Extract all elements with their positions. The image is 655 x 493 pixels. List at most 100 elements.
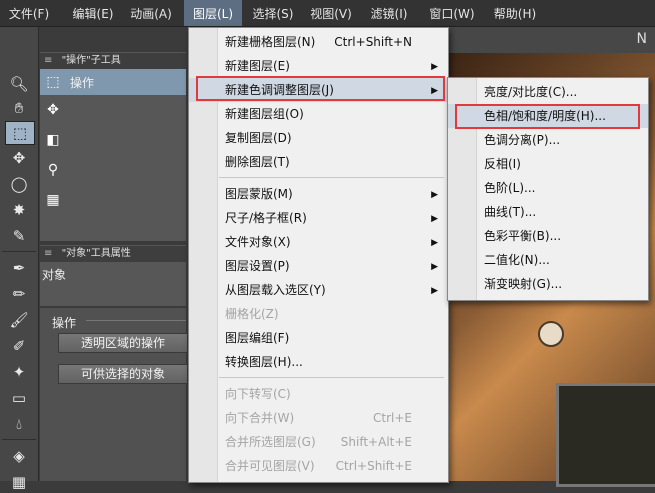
layer-menu-item[interactable]: 新建栅格图层(N) Ctrl+Shift+N xyxy=(189,30,448,54)
lasso-tool-icon[interactable]: ◯ xyxy=(5,173,33,195)
magic-wand-tool-icon[interactable]: ✸ xyxy=(5,199,33,221)
menu-item-label: 新建栅格图层(N) xyxy=(225,35,316,49)
submenu-arrow-icon: ▶ xyxy=(431,62,438,72)
blend-tool-icon[interactable]: 💧︎ xyxy=(5,413,33,435)
menu-item-label: 栅格化(Z) xyxy=(225,307,279,321)
menubar-item[interactable]: 视图(V) xyxy=(304,0,358,26)
menu-item-label: 尺子/格子框(R) xyxy=(225,211,307,225)
menu-separator xyxy=(219,177,444,178)
menu-item-label: 新建图层(E) xyxy=(225,59,290,73)
menu-item-label: 色阶(L)... xyxy=(484,181,536,195)
eyedropper-tool-icon[interactable]: ✎ xyxy=(5,225,33,247)
submenu-arrow-icon: ▶ xyxy=(431,286,438,296)
menubar-item[interactable]: 选择(S) xyxy=(244,0,302,26)
layer-menu-item[interactable]: 图层编组(F) xyxy=(189,326,448,350)
tone-menu-item[interactable]: 曲线(T)... xyxy=(448,200,648,224)
tone-menu-item[interactable]: 色彩平衡(B)... xyxy=(448,224,648,248)
tone-menu-item[interactable]: 二值化(N)... xyxy=(448,248,648,272)
menu-item-label: 新建色调调整图层(J) xyxy=(225,83,334,97)
tool-property-title: "对象"工具属性 xyxy=(61,248,131,259)
tone-menu-item[interactable]: 渐变映射(G)... xyxy=(448,272,648,296)
grid-icon: ▦ xyxy=(46,192,60,208)
layer-menu-item: 向下合并(W) Ctrl+E xyxy=(189,406,448,430)
menu-item-shortcut: Shift+Alt+E xyxy=(340,435,412,449)
tone-menu-item[interactable]: 色阶(L)... xyxy=(448,176,648,200)
layer-menu-item[interactable]: 图层设置(P) ▶ xyxy=(189,254,448,278)
subtool-panel-title: "操作"子工具 xyxy=(61,55,121,66)
layer-menu-item[interactable]: 删除图层(T) xyxy=(189,150,448,174)
vector-icon[interactable]: N xyxy=(637,31,647,47)
menubar-item[interactable]: 帮助(H) xyxy=(486,0,544,26)
pin-icon: ⚲ xyxy=(47,162,59,178)
submenu-arrow-icon: ▶ xyxy=(431,190,438,200)
subtool-item[interactable]: ✥ xyxy=(40,97,186,123)
layer-move-icon: ✥ xyxy=(47,102,59,118)
tone-menu-item[interactable]: 反相(I) xyxy=(448,152,648,176)
layer-menu-item[interactable]: 文件对象(X) ▶ xyxy=(189,230,448,254)
tone-menu-item[interactable]: 亮度/对比度(C)... xyxy=(448,80,648,104)
move-layer-tool-icon[interactable]: ✥ xyxy=(5,147,33,169)
layer-menu-item: 栅格化(Z) xyxy=(189,302,448,326)
layer-menu-item[interactable]: 新建图层(E) ▶ xyxy=(189,54,448,78)
submenu-arrow-icon: ▶ xyxy=(431,214,438,224)
subtool-item[interactable]: ⚲ xyxy=(40,157,186,183)
subtool-label: 操作 xyxy=(70,75,95,90)
menu-item-label: 新建图层组(O) xyxy=(225,107,304,121)
menu-separator xyxy=(219,377,444,378)
menu-item-shortcut: Ctrl+Shift+N xyxy=(334,35,412,49)
pen-tool-icon[interactable]: ✒ xyxy=(5,257,33,279)
menu-item-label: 复制图层(D) xyxy=(225,131,292,145)
fill-tool-icon[interactable]: ◈ xyxy=(5,445,33,467)
layer-menu-item[interactable]: 新建图层组(O) xyxy=(189,102,448,126)
subtool-item[interactable]: ▦ xyxy=(40,187,186,213)
menu-item-label: 色相/饱和度/明度(H)... xyxy=(484,109,606,123)
transparent-area-button[interactable]: 透明区域的操作 xyxy=(58,333,188,353)
menu-item-label: 图层蒙版(M) xyxy=(225,187,293,201)
gradient-tool-icon[interactable]: ▦ xyxy=(5,471,33,493)
layer-menu-item[interactable]: 新建色调调整图层(J) ▶ xyxy=(189,78,448,102)
menubar-item[interactable]: 图层(L) xyxy=(184,0,242,26)
menu-bar: 文件(F) 编辑(E) 动画(A) 图层(L) 选择(S) 视图(V) 滤镜(I) 窗口(W)… xyxy=(0,0,655,27)
menubar-item[interactable]: 窗口(W) xyxy=(420,0,484,26)
menu-item-label: 合并可见图层(V) xyxy=(225,459,315,473)
subtool-item[interactable]: ◧ xyxy=(40,127,186,153)
menubar-item[interactable]: 动画(A) xyxy=(122,0,180,26)
layer-menu-item: 合并所选图层(G) Shift+Alt+E xyxy=(189,430,448,454)
menu-item-shortcut: Ctrl+E xyxy=(373,411,412,425)
menubar-item[interactable]: 滤镜(I) xyxy=(360,0,418,26)
subtool-item[interactable]: ⬚ 操作 xyxy=(40,69,186,95)
operation-tool-icon[interactable]: ⬚ xyxy=(5,121,35,145)
hand-tool-icon[interactable]: ✋︎ xyxy=(5,97,33,119)
tone-correction-submenu: 亮度/对比度(C)... 色相/饱和度/明度(H)... 色调分离(P)... 反相(… xyxy=(447,77,649,301)
brush-tool-icon[interactable]: 🖌︎ xyxy=(5,309,33,331)
menu-item-label: 反相(I) xyxy=(484,157,521,171)
pencil-tool-icon[interactable]: ✏ xyxy=(5,283,33,305)
tool-property-panel: 对象 xyxy=(40,262,186,306)
subtool-panel-header: ≡ "操作"子工具 xyxy=(40,52,186,70)
zoom-tool-icon[interactable]: 🔍︎ xyxy=(5,73,33,95)
menu-item-label: 合并所选图层(G) xyxy=(225,435,316,449)
menu-item-label: 曲线(T)... xyxy=(484,205,537,219)
tone-menu-item[interactable]: 色相/饱和度/明度(H)... xyxy=(448,104,648,128)
layer-menu-item[interactable]: 复制图层(D) xyxy=(189,126,448,150)
panel-menu-icon[interactable]: ≡ xyxy=(44,248,52,259)
airbrush-tool-icon[interactable]: ✐ xyxy=(5,335,33,357)
panel-menu-icon[interactable]: ≡ xyxy=(44,55,52,66)
menubar-item[interactable]: 编辑(E) xyxy=(64,0,122,26)
layer-menu-item[interactable]: 从图层载入选区(Y) ▶ xyxy=(189,278,448,302)
tool-property-header: ≡ "对象"工具属性 xyxy=(40,245,186,263)
menu-item-shortcut: Ctrl+Shift+E xyxy=(335,459,412,473)
selectable-object-button[interactable]: 可供选择的对象 xyxy=(58,364,188,384)
eraser-tool-icon[interactable]: ▭ xyxy=(5,387,33,409)
menu-item-label: 图层编组(F) xyxy=(225,331,290,345)
tone-menu-item[interactable]: 色调分离(P)... xyxy=(448,128,648,152)
menubar-item[interactable]: 文件(F) xyxy=(0,0,58,26)
layer-menu-item: 合并可见图层(V) Ctrl+Shift+E xyxy=(189,454,448,478)
tool-palette: 🔍︎ ✋︎ ⬚ ✥ ◯ ✸ ✎ ✒ ✏ 🖌︎ ✐ ✦ ▭ 💧︎ ◈ ▦ xyxy=(0,27,39,491)
layer-menu-item[interactable]: 转换图层(H)... xyxy=(189,350,448,374)
menu-item-label: 从图层载入选区(Y) xyxy=(225,283,326,297)
decoration-tool-icon[interactable]: ✦ xyxy=(5,361,33,383)
layer-menu-item[interactable]: 尺子/格子框(R) ▶ xyxy=(189,206,448,230)
layer-menu-item[interactable]: 图层蒙版(M) ▶ xyxy=(189,182,448,206)
wall-clock xyxy=(538,321,564,347)
